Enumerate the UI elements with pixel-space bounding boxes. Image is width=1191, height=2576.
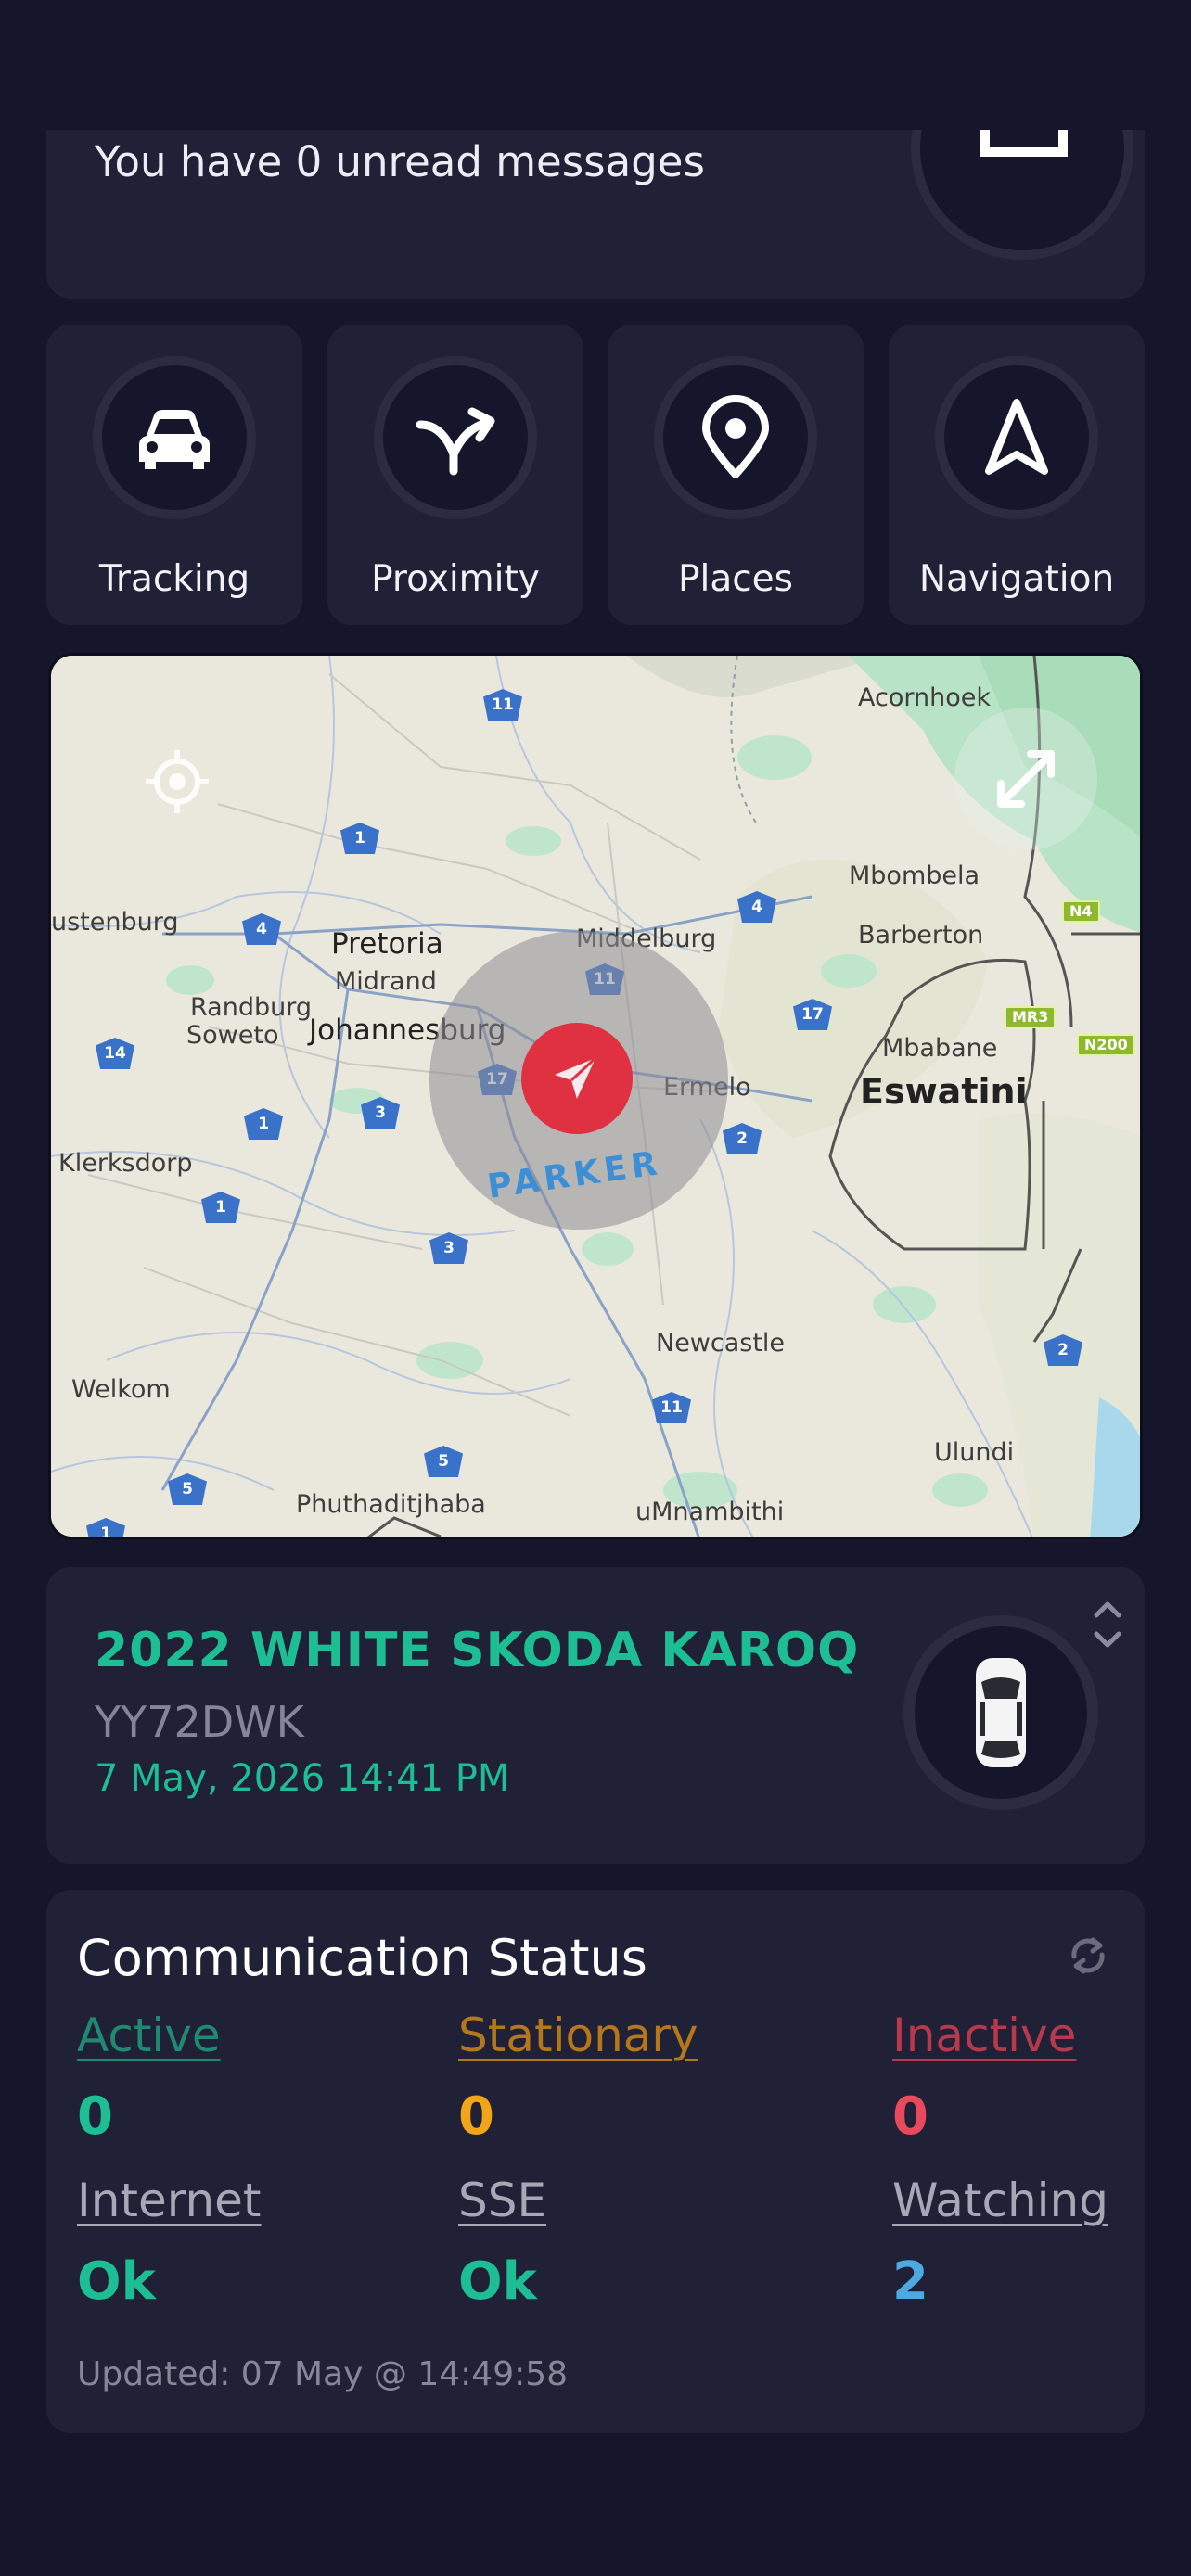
map-pin-icon: [702, 395, 769, 478]
sse-status: Ok: [458, 2251, 537, 2312]
crosshair-icon: [146, 750, 209, 813]
places-label: Places: [677, 558, 793, 600]
internet-label[interactable]: Internet: [77, 2174, 262, 2227]
tracking-label: Tracking: [98, 558, 250, 600]
proximity-icon: [416, 407, 495, 476]
inactive-link[interactable]: Inactive: [892, 2009, 1076, 2062]
active-count: 0: [77, 2086, 113, 2147]
vehicle-title: 2022 WHITE SKODA KAROQ: [95, 1623, 860, 1678]
map-label-rustenburg: ustenburg: [51, 908, 179, 937]
vehicle-avatar: [903, 1615, 1098, 1810]
stationary-count: 0: [458, 2086, 494, 2147]
sse-label[interactable]: SSE: [458, 2174, 546, 2227]
map-label-pretoria: Pretoria: [331, 927, 443, 961]
map-label-midrand: Midrand: [335, 967, 437, 996]
last-updated-text: Updated: 07 May @ 14:49:58: [77, 2355, 569, 2393]
vehicle-plate: YY72DWK: [95, 1697, 304, 1747]
communication-status-title: Communication Status: [77, 1929, 647, 1987]
watching-count: 2: [892, 2251, 928, 2312]
places-tile[interactable]: Places: [608, 325, 864, 625]
car-icon: [139, 410, 210, 469]
car-top-icon: [976, 1658, 1026, 1767]
map-label-country: Eswatini: [860, 1071, 1028, 1112]
route-shield-green: N200: [1077, 1034, 1135, 1056]
map-label-ulundi: Ulundi: [934, 1438, 1015, 1467]
navigation-label: Navigation: [918, 558, 1115, 600]
map-view[interactable]: Pretoria Midrand Randburg Soweto Johanne…: [48, 653, 1143, 1539]
expand-icon: [997, 750, 1055, 808]
map-label-mbombela: Mbombela: [849, 861, 980, 890]
proximity-label: Proximity: [371, 558, 540, 600]
map-label-phuthaditjhaba: Phuthaditjhaba: [296, 1490, 486, 1519]
locate-button[interactable]: [144, 748, 211, 819]
vehicle-card[interactable]: 2022 WHITE SKODA KAROQ YY72DWK 7 May, 20…: [46, 1567, 1145, 1864]
route-shield-green: MR3: [1005, 1006, 1057, 1028]
proximity-tile[interactable]: Proximity: [327, 325, 583, 625]
map-label-mbabane: Mbabane: [882, 1034, 998, 1063]
watching-label[interactable]: Watching: [892, 2174, 1108, 2227]
stationary-link[interactable]: Stationary: [458, 2009, 698, 2062]
unread-messages-text: You have 0 unread messages: [95, 137, 705, 186]
refresh-icon: [1071, 1937, 1105, 1974]
inactive-count: 0: [892, 2086, 928, 2147]
active-link[interactable]: Active: [77, 2009, 221, 2062]
map-label-welkom: Welkom: [71, 1375, 171, 1404]
map-label-newcastle: Newcastle: [656, 1329, 786, 1358]
map-label-randburg: Randburg: [190, 993, 312, 1022]
map-label-acornhoek: Acornhoek: [858, 683, 991, 712]
send-icon: [555, 1056, 597, 1099]
navigation-icon: [985, 399, 1048, 475]
route-shield-green: N4: [1062, 900, 1100, 923]
refresh-button[interactable]: [1065, 1932, 1111, 1983]
vehicle-timestamp: 7 May, 2026 14:41 PM: [95, 1757, 510, 1800]
expand-map-button[interactable]: [954, 708, 1097, 850]
internet-status: Ok: [77, 2251, 156, 2312]
chevron-up-down-icon: [1094, 1601, 1121, 1648]
vehicle-marker[interactable]: [521, 1023, 633, 1134]
map-label-barberton: Barberton: [858, 921, 984, 950]
navigation-tile[interactable]: Navigation: [889, 325, 1145, 625]
top-safe-area: [0, 0, 1191, 130]
expand-toggle-button[interactable]: [1089, 1595, 1126, 1658]
map-label-klerksdorp: Klerksdorp: [58, 1149, 193, 1178]
tracking-tile[interactable]: Tracking: [46, 325, 302, 625]
map-label-umnambithi: uMnambithi: [635, 1498, 785, 1526]
communication-status-card: Communication Status Active 0 Stationary…: [46, 1890, 1145, 2433]
map-label-soweto: Soweto: [186, 1021, 279, 1050]
